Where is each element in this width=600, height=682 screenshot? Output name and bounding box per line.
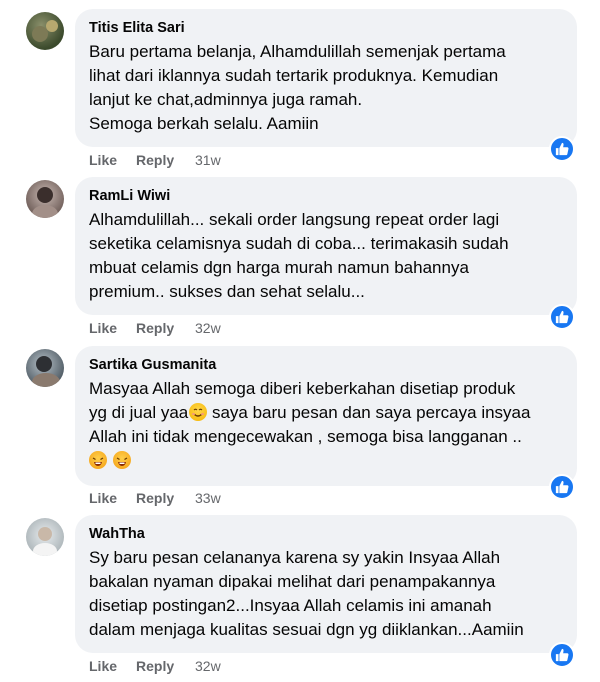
like-link[interactable]: Like	[89, 151, 117, 169]
comment-text-line: bakalan nyaman dipakai melihat dari pena…	[89, 572, 496, 591]
comment-author[interactable]: Sartika Gusmanita	[89, 356, 563, 374]
comment-bubble: Sartika Gusmanita Masyaa Allah semoga di…	[75, 346, 577, 486]
like-reaction-badge[interactable]	[549, 474, 575, 500]
comment-timestamp[interactable]: 31w	[195, 151, 221, 169]
comment-text-line: disetiap postingan2...Insyaa Allah celam…	[89, 596, 492, 615]
comment-bubble: WahTha Sy baru pesan celananya karena sy…	[75, 515, 577, 653]
like-link[interactable]: Like	[89, 489, 117, 507]
comment-timestamp[interactable]: 33w	[195, 489, 221, 507]
comment-author[interactable]: Titis Elita Sari	[89, 19, 563, 37]
hot-face-emoji	[89, 451, 107, 469]
comment-text-line: Allah ini tidak mengecewakan , semoga bi…	[89, 427, 522, 446]
comment-text-line: Alhamdulillah... sekali order langsung r…	[89, 210, 500, 229]
comment-text-line: lihat dari iklannya sudah tertarik produ…	[89, 66, 499, 85]
thumbs-up-icon	[555, 142, 569, 156]
avatar-image	[32, 187, 58, 218]
avatar[interactable]	[26, 349, 64, 387]
comment-text-line: seketika celamisnya sudah di coba... ter…	[89, 234, 509, 253]
thumbs-up-icon	[555, 480, 569, 494]
like-reaction-badge[interactable]	[549, 136, 575, 162]
avatar[interactable]	[26, 12, 64, 50]
comment-author[interactable]: WahTha	[89, 525, 563, 543]
comment-bubble: Titis Elita Sari Baru pertama belanja, A…	[75, 9, 577, 147]
like-reaction-badge[interactable]	[549, 304, 575, 330]
like-link[interactable]: Like	[89, 657, 117, 675]
comment-text-line: premium.. sukses dan sehat selalu...	[89, 282, 365, 301]
avatar-image	[32, 356, 60, 387]
avatar-image	[33, 527, 57, 556]
comment-emoji-line	[89, 449, 563, 473]
comment-text-line: Masyaa Allah semoga diberi keberkahan di…	[89, 379, 516, 398]
comment-timestamp[interactable]: 32w	[195, 319, 221, 337]
avatar[interactable]	[26, 518, 64, 556]
avatar-image	[32, 20, 58, 42]
comment-text-line: yg di jual yaa saya baru pesan dan saya …	[89, 401, 563, 425]
comment-bubble: RamLi Wiwi Alhamdulillah... sekali order…	[75, 177, 577, 315]
thumbs-up-icon	[555, 648, 569, 662]
comment-text-fragment: yg di jual yaa	[89, 403, 189, 422]
comment-text-line: lanjut ke chat,adminnya juga ramah.	[89, 90, 363, 109]
comment-text-line: Baru pertama belanja, Alhamdulillah seme…	[89, 42, 506, 61]
comment-text-fragment: saya baru pesan dan saya percaya insyaa	[211, 403, 531, 422]
thumbs-up-icon	[555, 310, 569, 324]
hot-face-emoji	[112, 451, 131, 469]
reply-link[interactable]: Reply	[136, 657, 174, 675]
reply-link[interactable]: Reply	[136, 151, 174, 169]
like-reaction-badge[interactable]	[549, 642, 575, 668]
reply-link[interactable]: Reply	[136, 319, 174, 337]
comment-text-line: Semoga berkah selalu. Aamiin	[89, 114, 319, 133]
comment-text-line: Sy baru pesan celananya karena sy yakin …	[89, 548, 501, 567]
smiling-face-emoji	[189, 403, 208, 421]
comment-author[interactable]: RamLi Wiwi	[89, 187, 563, 205]
like-link[interactable]: Like	[89, 319, 117, 337]
avatar[interactable]	[26, 180, 64, 218]
comment-text-line: mbuat celamis dgn harga murah namun baha…	[89, 258, 469, 277]
reply-link[interactable]: Reply	[136, 489, 174, 507]
comment-text-line: dalam menjaga kualitas sesuai dgn yg dii…	[89, 620, 524, 639]
comment-timestamp[interactable]: 32w	[195, 657, 221, 675]
